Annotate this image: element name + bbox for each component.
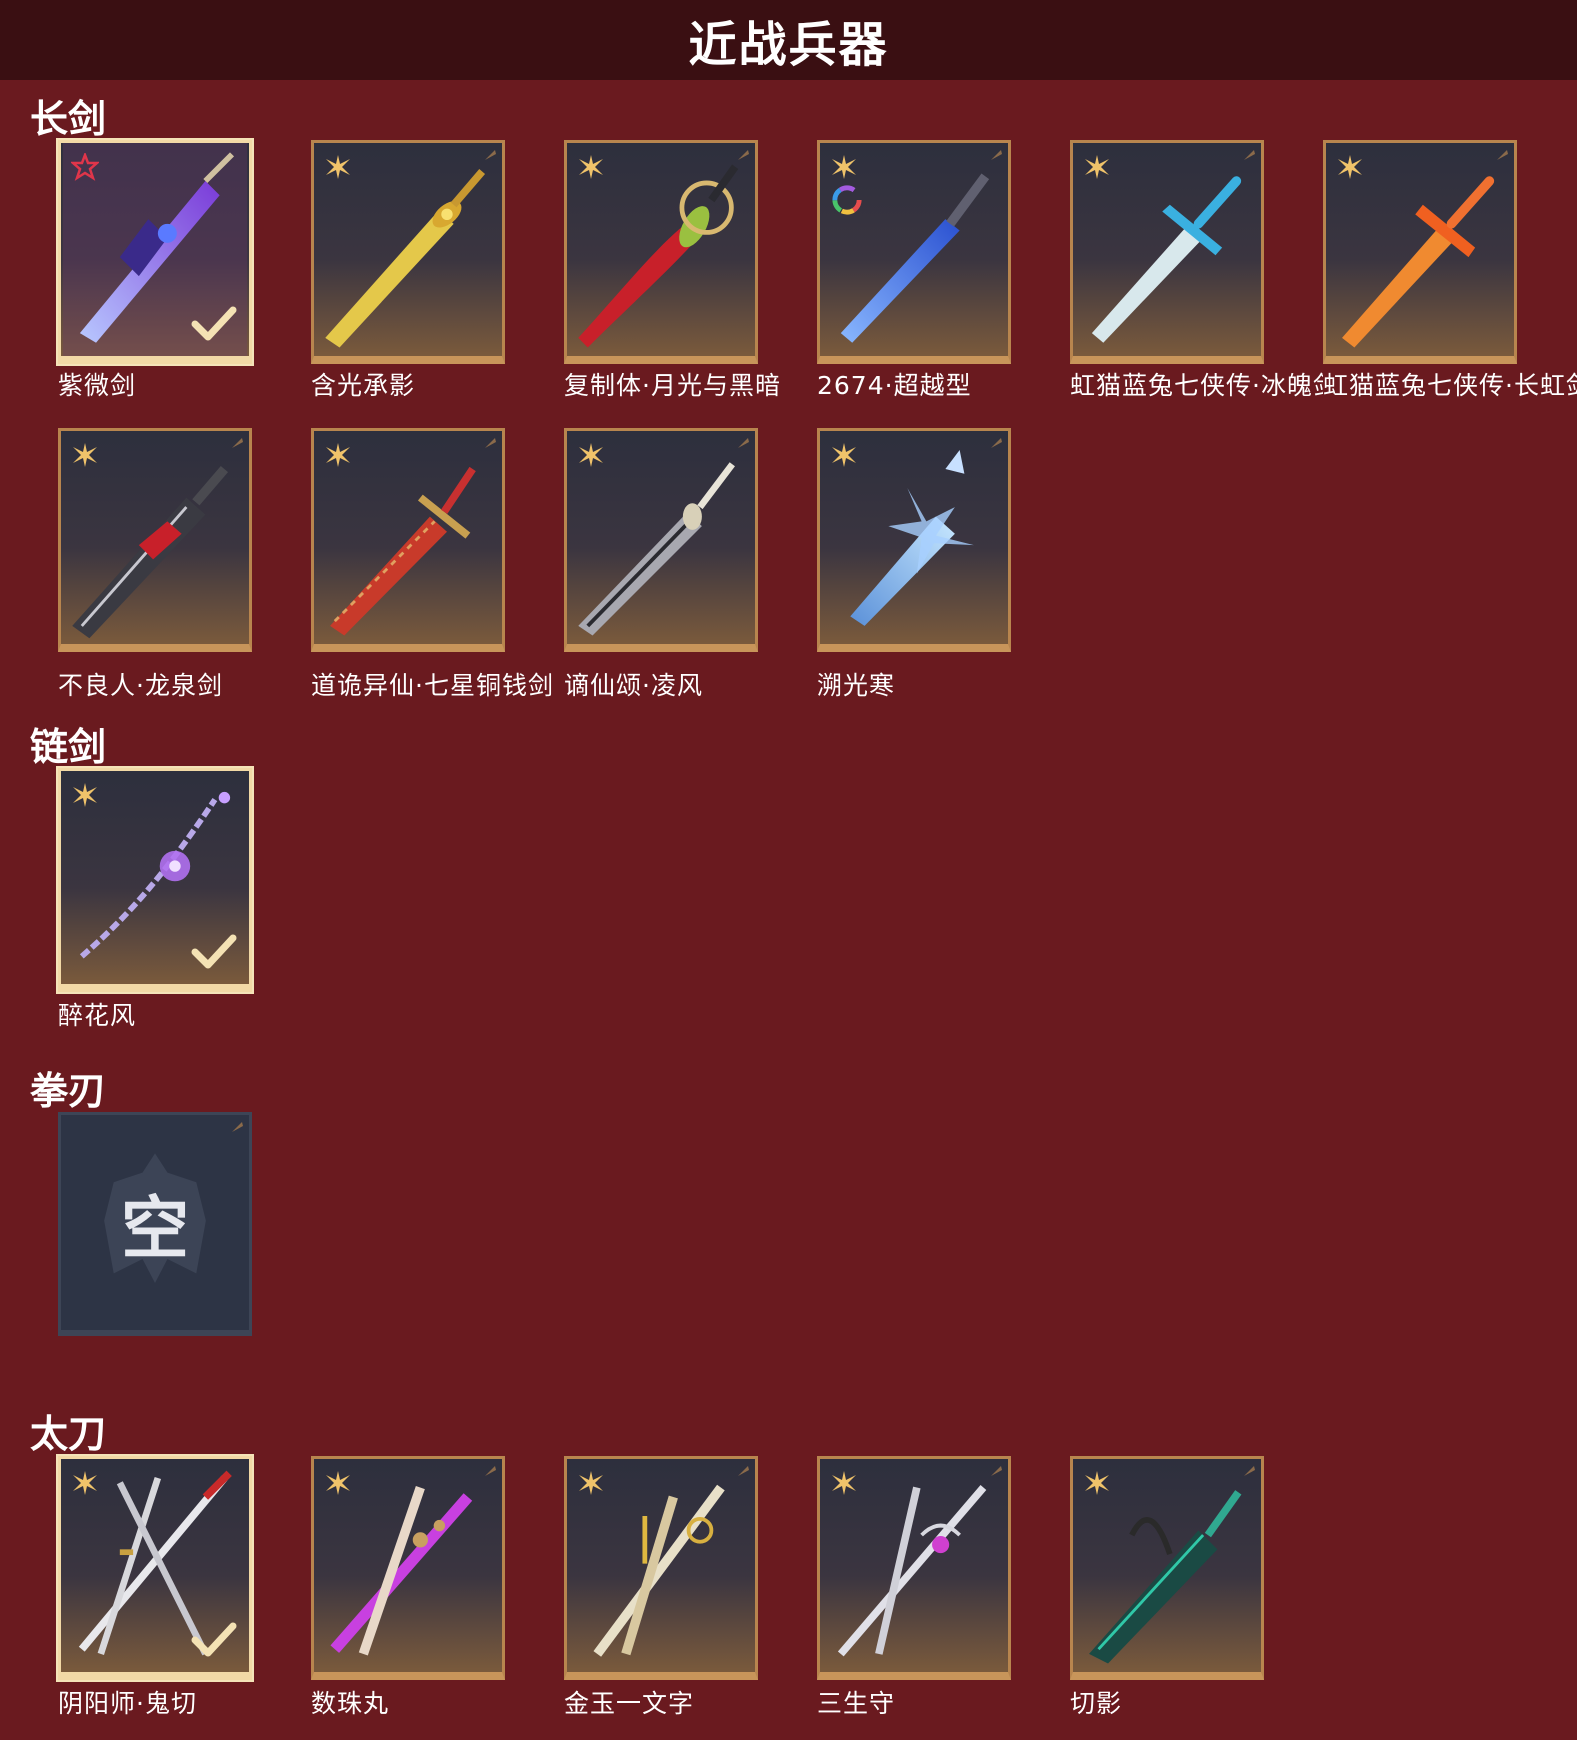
weapon-card-jinyu[interactable] <box>564 1456 758 1680</box>
corner-icon <box>1494 147 1510 163</box>
gold-star-icon <box>71 1469 99 1497</box>
weapon-card-juzumaru[interactable] <box>311 1456 505 1680</box>
weapon-label: 2674·超越型 <box>817 371 972 400</box>
header-bar: 近战兵器 <box>0 0 1577 80</box>
weapon-label: 复制体·月光与黑暗 <box>564 371 781 400</box>
corner-icon <box>482 1463 498 1479</box>
section-title-fistblade: 拳刃 <box>30 1069 107 1113</box>
weapon-card-2674[interactable] <box>817 140 1011 364</box>
weapon-label: 谪仙颂·凌风 <box>564 671 703 700</box>
empty-slot-label: 空 <box>120 1190 189 1269</box>
corner-icon <box>988 1463 1004 1479</box>
weapon-card-ziwei-sword[interactable] <box>58 140 252 364</box>
corner-icon <box>735 435 751 451</box>
weapon-card-hanguang[interactable] <box>311 140 505 364</box>
corner-icon <box>482 435 498 451</box>
weapon-card-longquan[interactable] <box>58 428 252 652</box>
red-star-icon <box>71 153 99 181</box>
gold-star-icon <box>324 1469 352 1497</box>
weapon-card-sanshengshou[interactable] <box>817 1456 1011 1680</box>
weapon-label: 三生守 <box>817 1689 896 1718</box>
weapon-card-changhong[interactable] <box>1323 140 1517 364</box>
gold-star-icon <box>1336 153 1364 181</box>
gold-star-icon <box>1083 1469 1111 1497</box>
gold-star-icon <box>830 153 858 181</box>
weapon-label: 数珠丸 <box>311 1689 390 1718</box>
gold-star-icon <box>577 1469 605 1497</box>
weapon-label: 醉花风 <box>58 1001 137 1030</box>
gold-star-icon <box>71 781 99 809</box>
weapon-card-suguanghan[interactable] <box>817 428 1011 652</box>
weapon-card-onikiri[interactable] <box>58 1456 252 1680</box>
corner-icon <box>735 1463 751 1479</box>
gold-star-icon <box>830 441 858 469</box>
weapon-label: 含光承影 <box>311 371 416 400</box>
empty-slot-card[interactable]: 空 <box>58 1112 252 1336</box>
corner-icon <box>1241 147 1257 163</box>
weapon-card-bingpo[interactable] <box>1070 140 1264 364</box>
gold-star-icon <box>71 441 99 469</box>
gold-star-icon <box>577 441 605 469</box>
weapon-label: 道诡异仙·七星铜钱剑 <box>311 671 554 700</box>
weapon-label: 虹猫蓝兔七侠传·长虹剑 <box>1323 371 1577 400</box>
section-title-chainsword: 链剑 <box>30 725 107 769</box>
corner-icon <box>988 147 1004 163</box>
weapon-label: 金玉一文字 <box>564 1689 695 1718</box>
weapon-card-qieying[interactable] <box>1070 1456 1264 1680</box>
equipped-check-icon <box>191 932 237 972</box>
equipped-check-icon <box>191 1620 237 1660</box>
rainbow-ring-icon <box>830 183 864 217</box>
gold-star-icon <box>324 441 352 469</box>
weapon-label: 溯光寒 <box>817 671 896 700</box>
corner-icon <box>1241 1463 1257 1479</box>
gold-star-icon <box>324 153 352 181</box>
weapon-card-zuihuafeng[interactable] <box>58 768 252 992</box>
gold-star-icon <box>830 1469 858 1497</box>
gold-star-icon <box>577 153 605 181</box>
weapon-label: 不良人·龙泉剑 <box>58 671 223 700</box>
section-title-katana: 太刀 <box>30 1412 107 1456</box>
equipped-check-icon <box>191 304 237 344</box>
weapon-card-moonlight[interactable] <box>564 140 758 364</box>
page-title: 近战兵器 <box>688 17 889 73</box>
gold-star-icon <box>1083 153 1111 181</box>
weapon-card-lingfeng[interactable] <box>564 428 758 652</box>
corner-icon <box>988 435 1004 451</box>
corner-icon <box>482 147 498 163</box>
corner-icon <box>229 435 245 451</box>
section-title-longsword: 长剑 <box>30 97 107 141</box>
weapon-label: 虹猫蓝兔七侠传·冰魄剑 <box>1070 371 1323 400</box>
corner-icon <box>735 147 751 163</box>
weapon-label: 紫微剑 <box>58 371 137 400</box>
weapon-label: 切影 <box>1070 1689 1123 1718</box>
weapon-card-qixing[interactable] <box>311 428 505 652</box>
weapon-label: 阴阳师·鬼切 <box>58 1689 197 1718</box>
